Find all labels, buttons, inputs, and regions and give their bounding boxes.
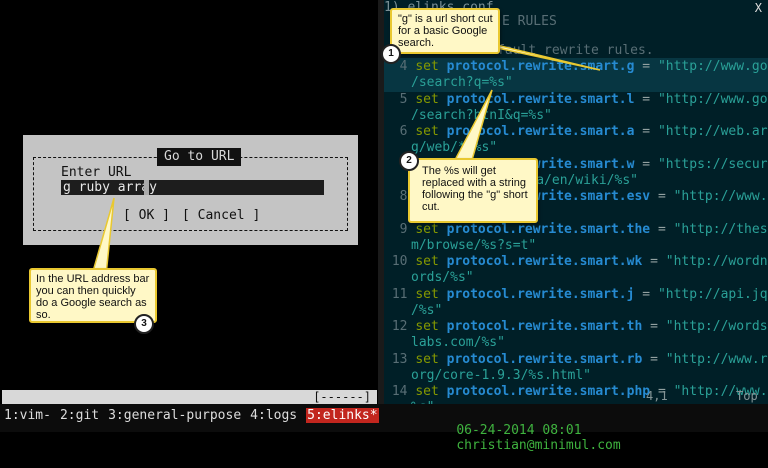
- url-input[interactable]: [61, 180, 324, 195]
- string-value-wrap: /search?q=%s": [411, 75, 513, 90]
- assign-operator: =: [634, 286, 658, 302]
- string-value: "http://wordnik.com/w: [665, 254, 768, 269]
- assign-operator: =: [642, 254, 666, 269]
- string-value-wrap: org/core-1.9.3/%s.html": [411, 367, 592, 383]
- close-icon[interactable]: X: [755, 1, 762, 15]
- option-name: protocol.rewrite.smart.rb: [446, 351, 643, 367]
- ok-button[interactable]: [ OK ]: [123, 208, 170, 223]
- callout-2-text: The %s will get replaced with a string f…: [422, 165, 528, 213]
- string-value: "http://api.jquery.com: [657, 286, 768, 302]
- option-name: protocol.rewrite.smart.th: [446, 319, 643, 334]
- set-keyword: set: [415, 124, 439, 139]
- tmux-status-right: 06-24-2014 08:01 christian@minimul.com: [425, 408, 621, 468]
- tmux-window-tab[interactable]: 1:vim-: [4, 408, 51, 423]
- vim-code-line-wrap: labs.com/%s": [384, 335, 768, 351]
- dialog-title: Go to URL: [157, 148, 242, 166]
- set-keyword: set: [415, 286, 439, 302]
- enter-url-label: Enter URL: [61, 165, 132, 180]
- assign-operator: =: [634, 59, 658, 74]
- vim-code-line-wrap: /search?q=%s": [384, 75, 768, 91]
- tmux-window-tab[interactable]: 3:general-purpose: [108, 408, 241, 423]
- vim-code-line-wrap: m/browse/%s?s=t": [384, 238, 768, 254]
- tmux-user-host: christian@minimul.com: [456, 438, 621, 453]
- vim-code-line: 9 set protocol.rewrite.smart.the = "http…: [384, 222, 768, 238]
- callout-3-badge: 3: [134, 314, 154, 334]
- string-value: "http://www.ruby-doc.: [665, 351, 768, 367]
- string-value: "http://words.bighuge: [665, 319, 768, 334]
- tmux-date-time: 06-24-2014 08:01: [456, 423, 582, 438]
- set-keyword: set: [415, 319, 439, 334]
- vim-code-line-wrap: /%s": [384, 303, 768, 319]
- option-name: protocol.rewrite.smart.the: [446, 221, 651, 237]
- string-value-wrap: /%s": [411, 302, 443, 318]
- assign-operator: =: [642, 351, 666, 367]
- vim-code-line: 6 set protocol.rewrite.smart.a = "http:/…: [384, 124, 768, 140]
- cursor-position: 4,1: [646, 389, 668, 403]
- line-number: 13: [384, 351, 416, 367]
- vim-code-line-wrap: org/core-1.9.3/%s.html": [384, 368, 768, 384]
- set-keyword: set: [415, 221, 439, 237]
- line-number: 12: [384, 319, 416, 334]
- string-value-wrap: ords/%s": [411, 270, 474, 285]
- text-cursor: [144, 180, 149, 195]
- goto-url-dialog: Go to URL Enter URL [ OK ] [ Cancel ]: [23, 135, 358, 245]
- string-value-wrap: g/web/*/%s": [411, 140, 498, 155]
- option-name: protocol.rewrite.smart.wk: [446, 254, 643, 269]
- elinks-status-bar: [------]: [2, 390, 377, 404]
- vim-status-line: 4,1 Top: [384, 388, 768, 404]
- callout-1-badge: 1: [381, 44, 401, 64]
- callout-1: "g" is a url short cut for a basic Googl…: [390, 8, 500, 54]
- vim-code-line: 5 set protocol.rewrite.smart.l = "http:/…: [384, 92, 768, 108]
- string-value-wrap: labs.com/%s": [411, 335, 505, 350]
- string-value: "http://thesaurus.co: [673, 221, 768, 237]
- callout-1-text: "g" is a url short cut for a basic Googl…: [398, 13, 493, 49]
- elinks-pane: Go to URL Enter URL [ OK ] [ Cancel ] [-…: [0, 0, 378, 404]
- string-value: "http://www.esvbible: [673, 189, 768, 204]
- string-value: "https://secure.wikime: [657, 156, 768, 172]
- callout-3-text: In the URL address bar you can then quic…: [36, 273, 150, 321]
- set-keyword: set: [415, 351, 439, 367]
- string-value: "http://web.archive.or: [657, 124, 768, 139]
- assign-operator: =: [634, 156, 658, 172]
- set-keyword: set: [415, 59, 439, 74]
- line-number: 10: [384, 254, 416, 269]
- option-name: protocol.rewrite.smart.g: [446, 59, 635, 74]
- vim-code-line: 13 set protocol.rewrite.smart.rb = "http…: [384, 352, 768, 368]
- set-keyword: set: [415, 254, 439, 269]
- tmux-window-tab[interactable]: 5:elinks*: [306, 408, 379, 423]
- callout-2-badge: 2: [399, 151, 419, 171]
- vim-code-line: 11 set protocol.rewrite.smart.j = "http:…: [384, 287, 768, 303]
- assign-operator: =: [634, 91, 658, 107]
- elinks-progress-indicator: [------]: [313, 390, 371, 404]
- vim-code-line: 10 set protocol.rewrite.smart.wk = "http…: [384, 254, 768, 270]
- assign-operator: =: [650, 221, 674, 237]
- option-name: protocol.rewrite.smart.l: [446, 91, 635, 107]
- string-value-wrap: m/browse/%s?s=t": [411, 237, 537, 253]
- line-number: 6: [384, 124, 416, 139]
- vim-code-line: 4 set protocol.rewrite.smart.g = "http:/…: [384, 59, 768, 75]
- line-number: 5: [384, 91, 416, 107]
- string-value: "http://www.google.com: [657, 91, 768, 107]
- option-name: protocol.rewrite.smart.a: [446, 124, 635, 139]
- scroll-indicator: Top: [736, 389, 758, 403]
- callout-2: The %s will get replaced with a string f…: [408, 158, 538, 223]
- vim-code-line-wrap: g/web/*/%s": [384, 140, 768, 156]
- vim-code-line: 12 set protocol.rewrite.smart.th = "http…: [384, 319, 768, 335]
- tmux-window-tab[interactable]: 2:git: [60, 408, 99, 423]
- line-number: 11: [384, 286, 416, 302]
- tmux-window-list: 1:vim- 2:git 3:general-purpose 4:logs 5:elin…: [4, 408, 388, 423]
- assign-operator: =: [642, 319, 666, 334]
- string-value-wrap: /search?btnI&q=%s": [411, 107, 552, 123]
- tmux-window-tab[interactable]: 4:logs: [250, 408, 297, 423]
- option-name: protocol.rewrite.smart.j: [446, 286, 635, 302]
- tmux-status-bar: 1:vim- 2:git 3:general-purpose 4:logs 5:elin…: [0, 404, 768, 453]
- assign-operator: =: [634, 124, 658, 139]
- cancel-button[interactable]: [ Cancel ]: [182, 208, 260, 223]
- set-keyword: set: [415, 91, 439, 107]
- line-number: 9: [384, 221, 416, 237]
- assign-operator: =: [650, 189, 674, 204]
- vim-code-line-wrap: /search?btnI&q=%s": [384, 108, 768, 124]
- vim-code-line-wrap: ords/%s": [384, 270, 768, 286]
- string-value: "http://www.google.com: [657, 59, 768, 74]
